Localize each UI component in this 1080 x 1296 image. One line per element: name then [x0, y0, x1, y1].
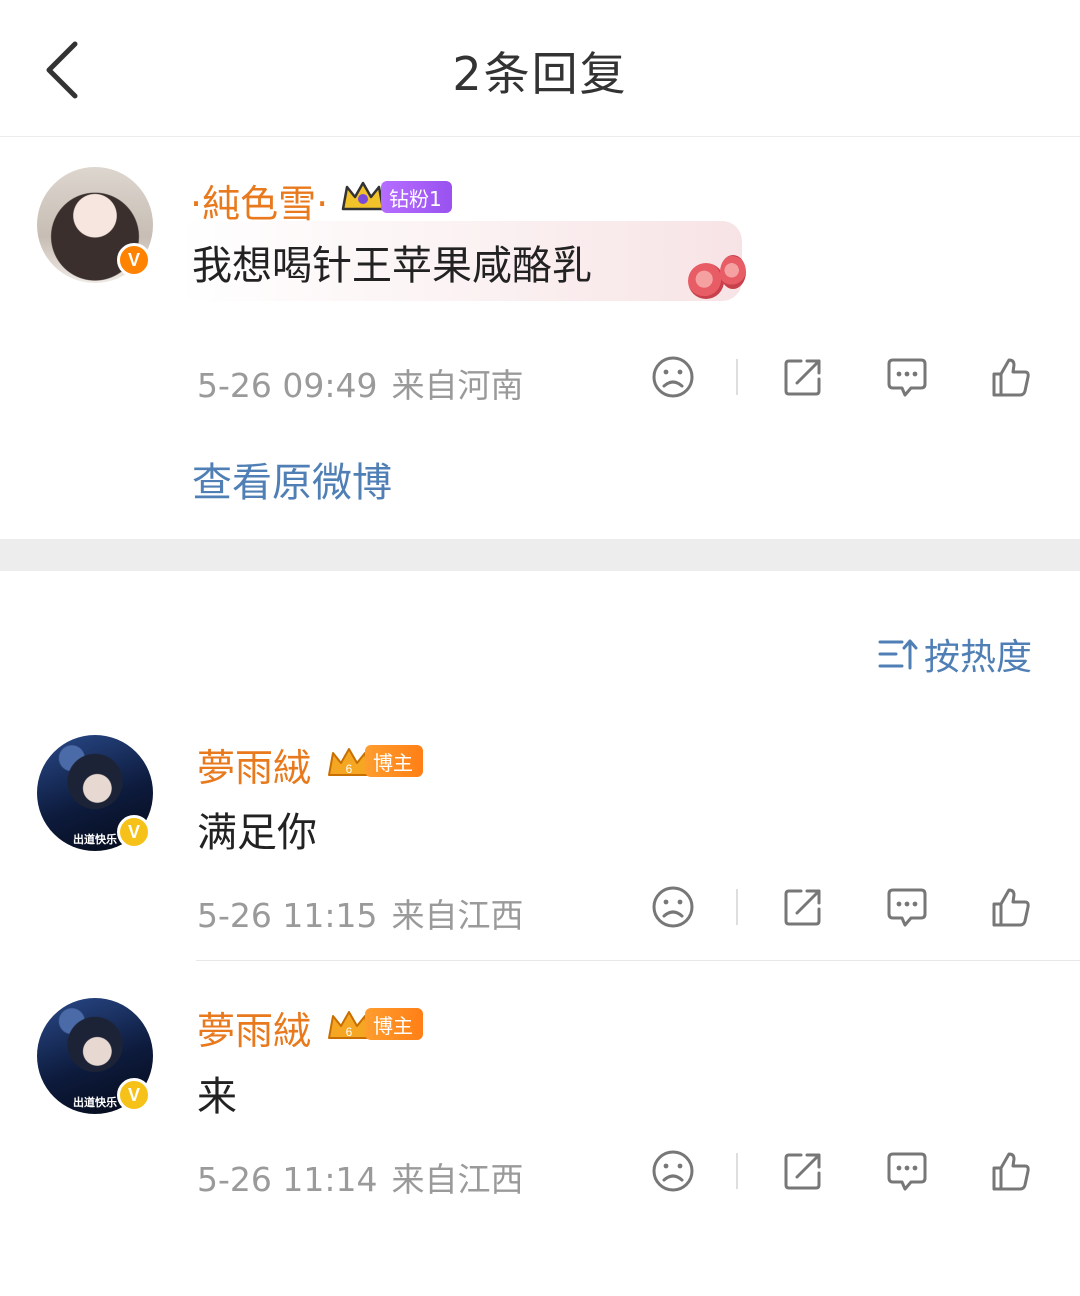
reply-button[interactable]: [882, 352, 932, 402]
view-original-post-link[interactable]: 查看原微博: [192, 450, 392, 508]
dislike-button[interactable]: [648, 352, 698, 402]
avatar-caption: 出道快乐: [73, 833, 117, 846]
sad-face-icon: [652, 886, 694, 928]
username[interactable]: 夢雨絨: [197, 737, 311, 792]
comment-meta: 5-26 09:49 来自河南: [197, 359, 524, 407]
divider: [736, 889, 738, 925]
reply-button[interactable]: [882, 1146, 932, 1196]
share-icon: [784, 359, 821, 396]
share-button[interactable]: [778, 1146, 828, 1196]
comment-meta: 5-26 11:15 来自江西: [197, 889, 524, 937]
page-title: 2条回复: [452, 47, 628, 101]
section-divider: [0, 539, 1080, 571]
verified-badge-icon: V: [117, 1078, 151, 1112]
comment-time: 5-26 11:14: [197, 1160, 378, 1199]
comment-time: 5-26 11:15: [197, 896, 378, 935]
dislike-button[interactable]: [648, 882, 698, 932]
blogger-badge: 博主: [365, 1008, 423, 1040]
comment-text: 来: [197, 1074, 237, 1120]
comment-icon: [887, 888, 927, 927]
username[interactable]: 夢雨絨: [197, 1000, 311, 1055]
share-button[interactable]: [778, 882, 828, 932]
blogger-badge: 博主: [365, 745, 423, 777]
divider: [736, 359, 738, 395]
comment-location: 来自江西: [391, 1160, 524, 1199]
sort-button[interactable]: 按热度: [878, 628, 1032, 680]
reply-item: 出道快乐 V 夢雨絨 6 博主 满足你 5-26 11:15 来自江西: [0, 735, 1080, 955]
top-bar: 2条回复: [0, 0, 1080, 137]
verified-badge-icon: V: [117, 243, 151, 277]
reply-item: 出道快乐 V 夢雨絨 6 博主 来 5-26 11:14 来自江西: [0, 998, 1080, 1218]
verified-badge-icon: V: [117, 815, 151, 849]
crown-icon: [341, 181, 385, 211]
dislike-button[interactable]: [648, 1146, 698, 1196]
rose-decoration-icon: [688, 263, 724, 299]
share-button[interactable]: [778, 352, 828, 402]
avatar-caption: 出道快乐: [73, 1096, 117, 1109]
share-icon: [784, 889, 821, 926]
comment-text: 我想喝针王苹果咸酪乳: [192, 243, 592, 289]
comment-meta: 5-26 11:14 来自江西: [197, 1153, 524, 1201]
thumbs-up-icon: [992, 358, 1030, 397]
thumbs-up-icon: [992, 888, 1030, 927]
divider: [736, 1153, 738, 1189]
root-comment: V ·純色雪· 钻粉1 我想喝针王苹果咸酪乳 5-26 09:49 来自河南 查看…: [0, 137, 1080, 537]
like-button[interactable]: [986, 882, 1036, 932]
rose-decoration-icon: [720, 255, 746, 289]
like-button[interactable]: [986, 352, 1036, 402]
svg-text:6: 6: [346, 762, 353, 776]
comment-location: 来自河南: [391, 366, 524, 405]
reply-divider: [196, 960, 1080, 961]
thumbs-up-icon: [992, 1152, 1030, 1191]
sad-face-icon: [652, 356, 694, 398]
sort-icon: [878, 639, 918, 670]
comment-icon: [887, 358, 927, 397]
comment-location: 来自江西: [391, 896, 524, 935]
svg-text:6: 6: [346, 1025, 353, 1039]
reply-button[interactable]: [882, 882, 932, 932]
sort-label: 按热度: [923, 637, 1032, 678]
comment-text: 满足你: [197, 810, 317, 856]
username[interactable]: ·純色雪·: [190, 173, 328, 228]
like-button[interactable]: [986, 1146, 1036, 1196]
comment-icon: [887, 1152, 927, 1191]
sad-face-icon: [652, 1150, 694, 1192]
fan-badge: 钻粉1: [381, 181, 452, 213]
share-icon: [784, 1153, 821, 1190]
comment-time: 5-26 09:49: [197, 366, 378, 405]
